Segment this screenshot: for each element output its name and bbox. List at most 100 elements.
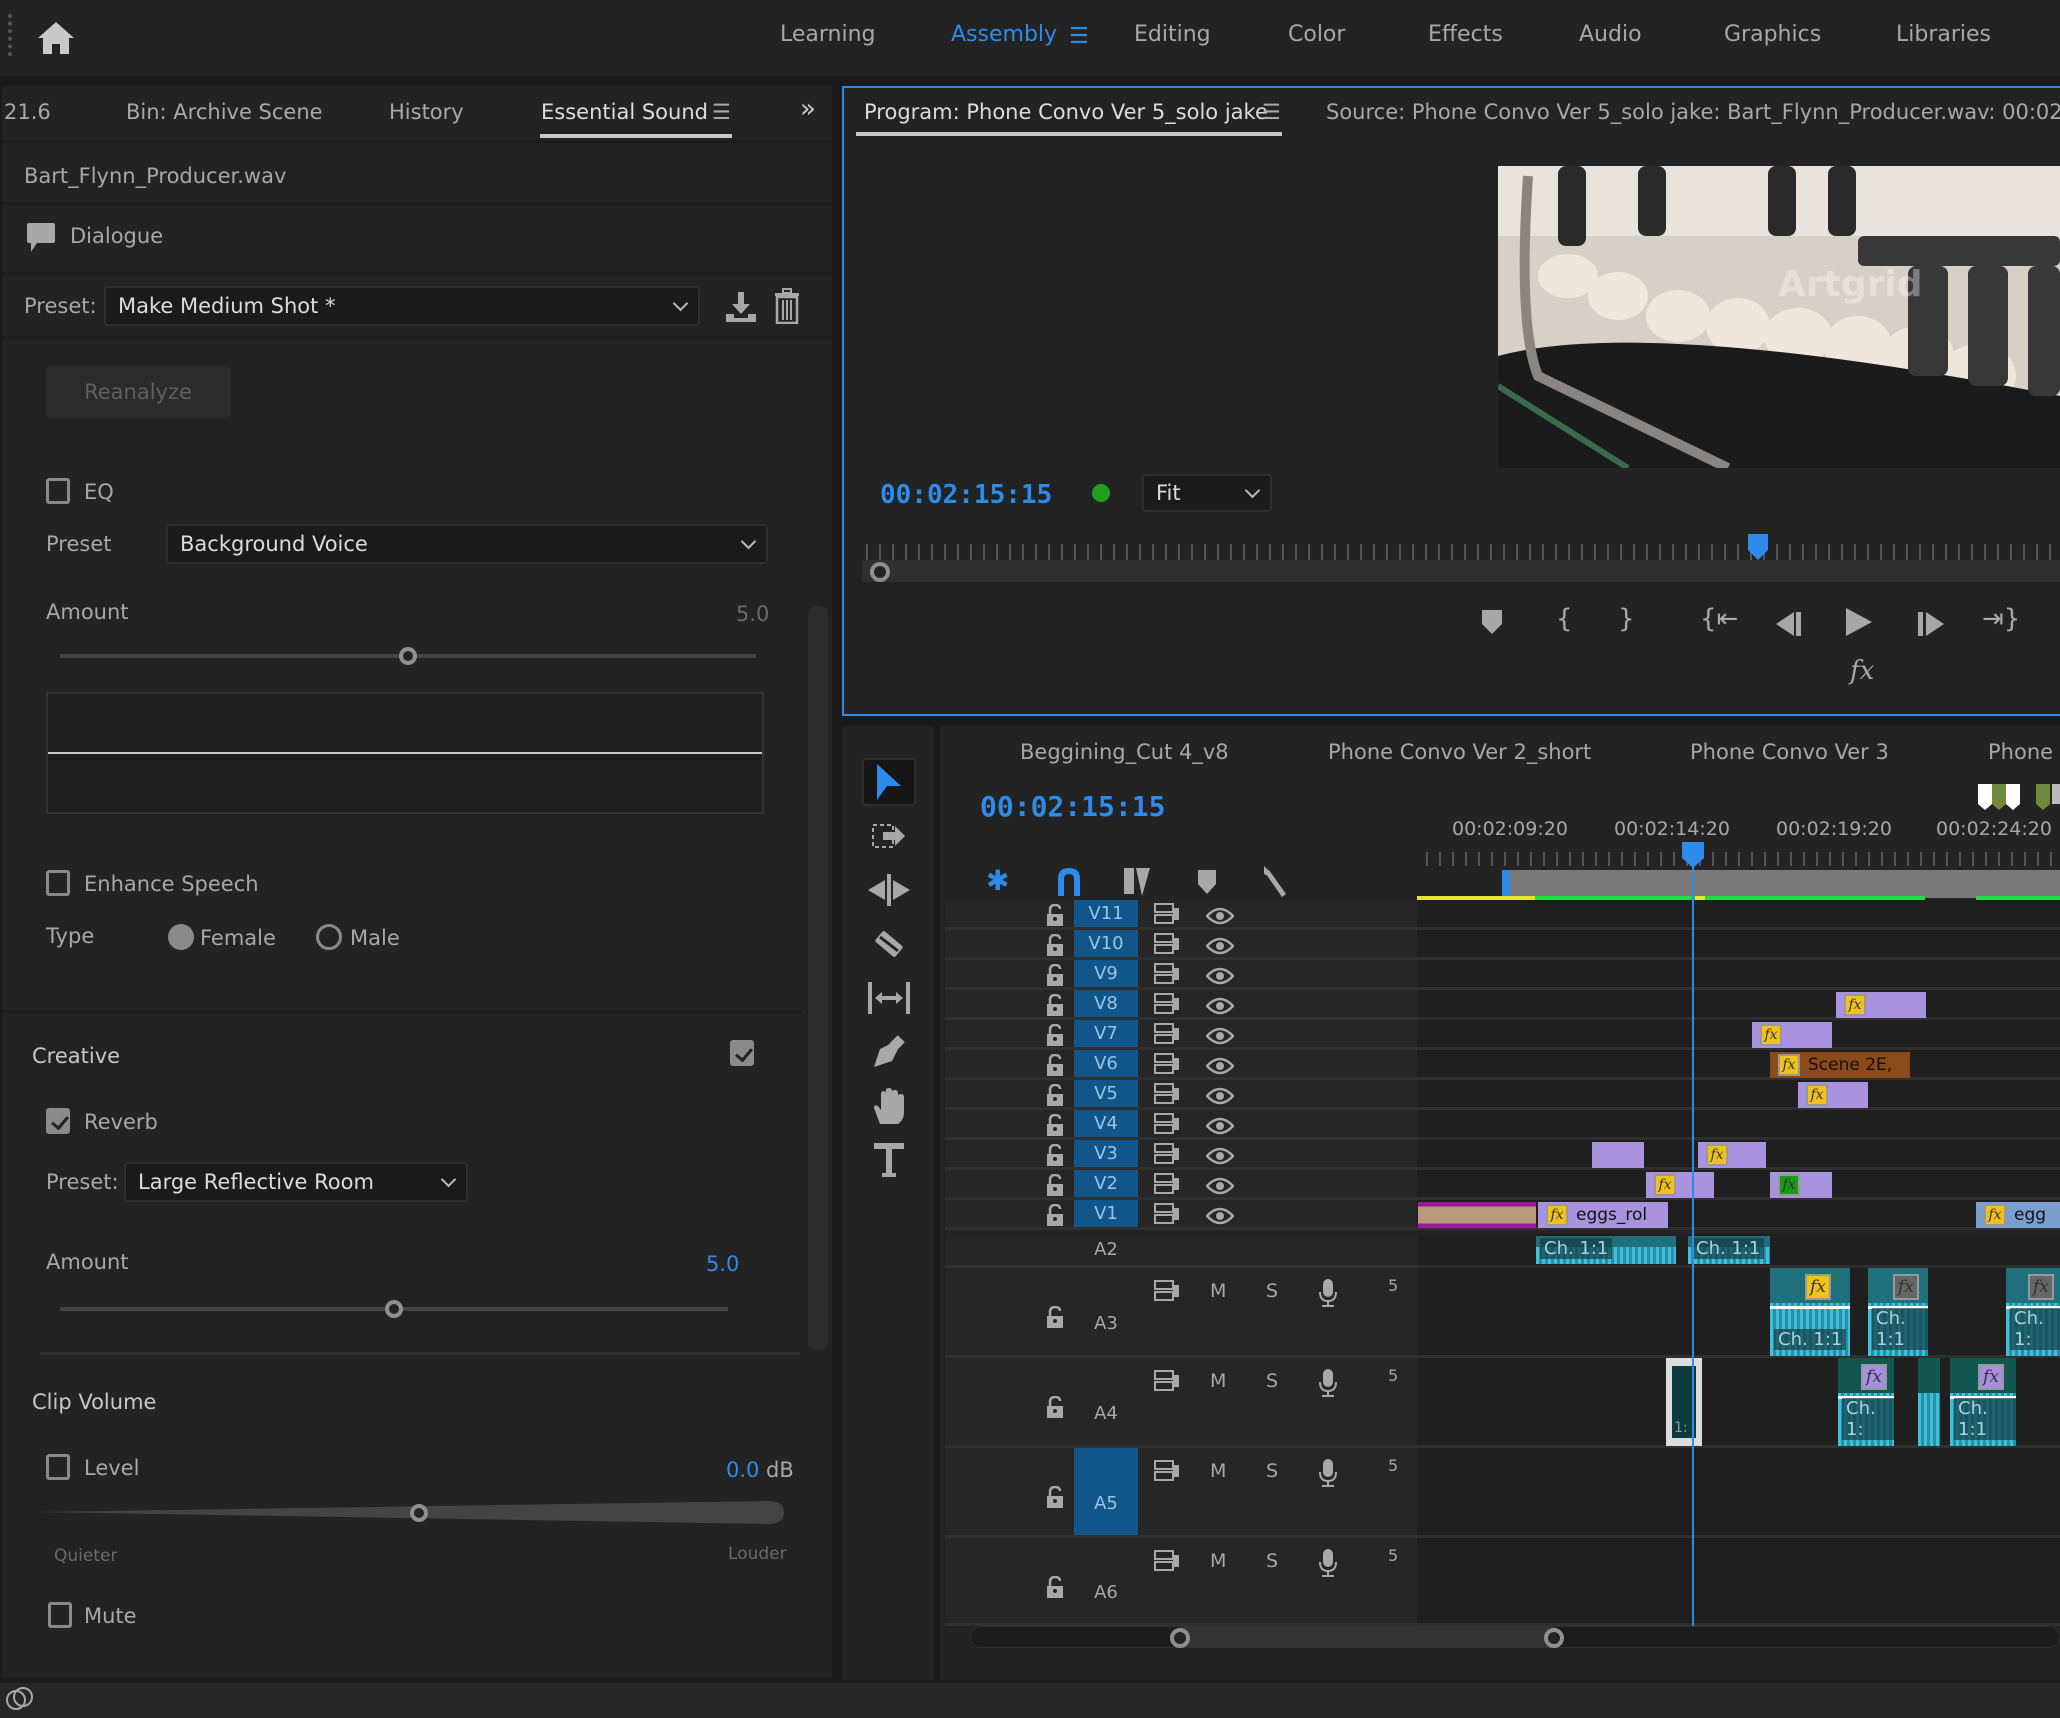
track-target-a5[interactable]: A5 — [1074, 1448, 1138, 1535]
track-target-v10[interactable]: V10 — [1074, 930, 1138, 957]
video-clip-eggs-rol[interactable]: fx eggs_rol — [1538, 1202, 1668, 1228]
lock-icon[interactable] — [1046, 1575, 1064, 1603]
audio-clip[interactable]: fx Ch. 1: — [1838, 1358, 1894, 1446]
track-target-v5[interactable]: V5 — [1074, 1080, 1138, 1107]
workspace-audio[interactable]: Audio — [1579, 22, 1642, 47]
video-lane[interactable] — [1417, 930, 2060, 960]
source-tab[interactable]: Source: Phone Convo Ver 5_solo jake: Bar… — [1326, 100, 2060, 124]
sync-lock-icon[interactable] — [1154, 993, 1180, 1020]
eye-icon[interactable] — [1205, 1116, 1235, 1140]
preset-dropdown[interactable]: Make Medium Shot * — [104, 286, 700, 326]
level-value[interactable]: 0.0 — [726, 1458, 759, 1482]
reverb-checkbox[interactable] — [46, 1108, 70, 1134]
fx-icon[interactable]: fx — [1850, 656, 1874, 686]
workspace-editing[interactable]: Editing — [1134, 22, 1211, 47]
tab-history[interactable]: History — [389, 100, 464, 124]
eye-icon[interactable] — [1205, 1056, 1235, 1080]
delete-preset-icon[interactable] — [774, 288, 800, 324]
video-clip[interactable] — [1592, 1142, 1644, 1168]
snap-nest-icon[interactable]: ✱ — [986, 864, 1009, 897]
lock-icon[interactable] — [1046, 903, 1064, 931]
sync-lock-icon[interactable] — [1154, 1143, 1180, 1170]
video-lane[interactable] — [1417, 1080, 2060, 1110]
hand-tool[interactable] — [862, 1082, 916, 1130]
audio-clip[interactable]: fx Ch. 1:1 — [1868, 1268, 1928, 1356]
lock-icon[interactable] — [1046, 1173, 1064, 1201]
timeline-scrollbar-thumb[interactable] — [1180, 1626, 1556, 1648]
reanalyze-button[interactable]: Reanalyze — [46, 366, 230, 418]
eq-preset-dropdown[interactable]: Background Voice — [166, 524, 768, 564]
reverb-amount-value[interactable]: 5.0 — [706, 1252, 739, 1276]
lock-icon[interactable] — [1046, 1053, 1064, 1081]
playhead-line[interactable] — [1692, 866, 1694, 1626]
mark-out-icon[interactable]: } — [1618, 604, 1635, 634]
level-checkbox[interactable] — [46, 1454, 70, 1480]
home-icon[interactable] — [36, 20, 76, 56]
transition-clip[interactable] — [1418, 1202, 1536, 1228]
workspace-graphics[interactable]: Graphics — [1724, 22, 1821, 47]
sync-lock-icon[interactable] — [1154, 933, 1180, 960]
eye-icon[interactable] — [1205, 996, 1235, 1020]
enhance-speech-checkbox[interactable] — [46, 870, 70, 896]
lock-icon[interactable] — [1046, 1203, 1064, 1231]
audio-clip[interactable] — [1918, 1358, 1940, 1446]
audio-lane[interactable] — [1417, 1538, 2060, 1626]
reverb-preset-dropdown[interactable]: Large Reflective Room — [124, 1162, 468, 1202]
panel-scrollbar[interactable] — [808, 606, 828, 1350]
audio-clip[interactable]: fx Ch. 1:1 — [1950, 1358, 2016, 1446]
video-clip-eggs[interactable]: fx egg — [1976, 1202, 2060, 1228]
video-lane[interactable] — [1417, 960, 2060, 990]
pen-tool[interactable] — [862, 1028, 916, 1076]
selected-audio-clip[interactable]: 1: — [1666, 1358, 1702, 1446]
program-scrubber[interactable] — [862, 560, 2060, 582]
mute-track-button[interactable]: M — [1210, 1550, 1226, 1572]
mute-checkbox[interactable] — [48, 1602, 72, 1628]
panel-menu-icon[interactable]: ☰ — [712, 100, 731, 124]
zoom-dropdown[interactable]: Fit — [1142, 474, 1272, 512]
eye-icon[interactable] — [1205, 966, 1235, 990]
record-voiceover-icon[interactable] — [1318, 1368, 1338, 1403]
video-clip[interactable]: fx — [1798, 1082, 1868, 1108]
lock-icon[interactable] — [1046, 1023, 1064, 1051]
lock-icon[interactable] — [1046, 1083, 1064, 1111]
sync-lock-icon[interactable] — [1154, 1550, 1180, 1577]
type-tool[interactable] — [862, 1136, 916, 1184]
lock-icon[interactable] — [1046, 963, 1064, 991]
sync-lock-icon[interactable] — [1154, 1113, 1180, 1140]
sync-lock-icon[interactable] — [1154, 903, 1180, 930]
lock-icon[interactable] — [1046, 1485, 1064, 1513]
sync-lock-icon[interactable] — [1154, 1460, 1180, 1487]
track-target-a3[interactable]: A3 — [1074, 1268, 1138, 1355]
play-icon[interactable] — [1846, 608, 1872, 636]
sync-lock-icon[interactable] — [1154, 1023, 1180, 1050]
sync-lock-icon[interactable] — [1154, 1053, 1180, 1080]
track-target-v2[interactable]: V2 — [1074, 1170, 1138, 1197]
add-marker-icon[interactable] — [1198, 870, 1216, 894]
save-preset-icon[interactable] — [724, 290, 758, 324]
track-target-a6[interactable]: A6 — [1074, 1538, 1138, 1623]
go-to-in-icon[interactable]: {⇤ — [1700, 604, 1738, 634]
work-area-bar[interactable] — [1506, 870, 2060, 898]
sync-lock-icon[interactable] — [1154, 1370, 1180, 1397]
video-clip-scene-2e[interactable]: fx Scene 2E, — [1770, 1052, 1910, 1078]
panel-overflow-icon[interactable]: » — [800, 94, 816, 124]
program-tab[interactable]: Program: Phone Convo Ver 5_solo jake — [864, 100, 1268, 124]
step-forward-icon[interactable] — [1918, 612, 1944, 636]
audio-lane[interactable] — [1417, 1448, 2060, 1538]
workspace-libraries[interactable]: Libraries — [1896, 22, 1991, 47]
sync-lock-icon[interactable] — [1154, 1083, 1180, 1110]
audio-clip[interactable]: fx Ch. 1: — [2006, 1268, 2060, 1356]
reverb-amount-slider-handle[interactable] — [385, 1300, 403, 1318]
track-target-v7[interactable]: V7 — [1074, 1020, 1138, 1047]
timeline-ruler[interactable] — [1426, 852, 2060, 866]
lock-icon[interactable] — [1046, 1305, 1064, 1333]
video-clip[interactable]: fx — [1646, 1172, 1714, 1198]
drag-grip[interactable] — [8, 14, 12, 56]
eye-icon[interactable] — [1205, 1176, 1235, 1200]
lock-icon[interactable] — [1046, 993, 1064, 1021]
selection-tool[interactable] — [862, 758, 916, 806]
sequence-tab-2[interactable]: Phone Convo Ver 2_short — [1328, 740, 1591, 764]
sync-lock-icon[interactable] — [1154, 963, 1180, 990]
lock-icon[interactable] — [1046, 1143, 1064, 1171]
female-radio[interactable] — [168, 924, 194, 950]
